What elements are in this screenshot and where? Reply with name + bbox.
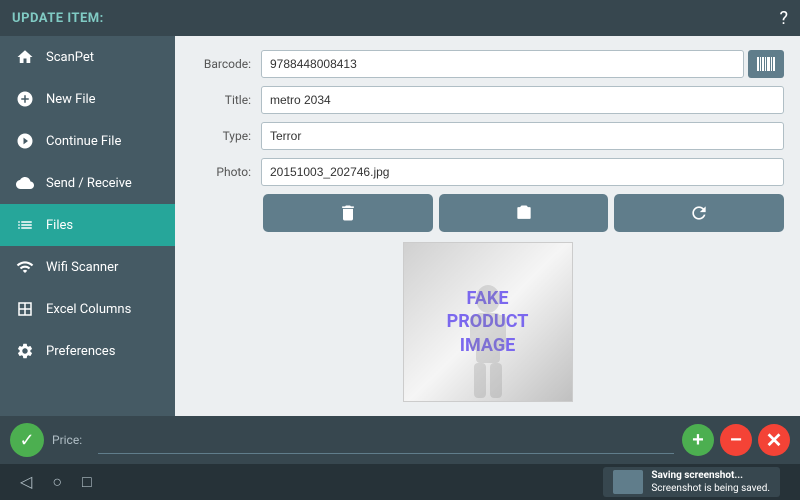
bottom-left: ✓ <box>10 423 44 457</box>
title-input[interactable] <box>261 86 784 114</box>
bottom-bar: ✓ Price: + − ✕ <box>0 416 800 464</box>
nav-icons: ◁ ○ □ <box>20 472 92 492</box>
silhouette-icon <box>458 281 518 401</box>
sidebar-label-preferences: Preferences <box>46 344 115 359</box>
barcode-row: Barcode: <box>191 50 784 78</box>
barcode-input[interactable] <box>261 50 744 78</box>
price-label: Price: <box>52 433 92 447</box>
sidebar-item-new-file[interactable]: New File <box>0 78 175 120</box>
sidebar-item-continue-file[interactable]: Continue File <box>0 120 175 162</box>
price-row: Price: <box>52 426 674 454</box>
sidebar-label-files: Files <box>46 218 73 233</box>
type-input[interactable] <box>261 122 784 150</box>
photo-label: Photo: <box>191 165 261 179</box>
sidebar-label-continue-file: Continue File <box>46 134 121 149</box>
sidebar-item-send-receive[interactable]: Send / Receive <box>0 162 175 204</box>
sidebar-label-send-receive: Send / Receive <box>46 176 132 191</box>
title-label: Title: <box>191 93 261 107</box>
back-icon[interactable]: ◁ <box>20 472 32 492</box>
sidebar-item-files[interactable]: Files <box>0 204 175 246</box>
photo-row: Photo: <box>191 158 784 186</box>
bottom-right: + − ✕ <box>682 424 790 456</box>
add-circle-icon <box>14 88 36 110</box>
sidebar-item-scanpet[interactable]: ScanPet <box>0 36 175 78</box>
play-circle-icon <box>14 130 36 152</box>
product-image: FAKE PRODUCT IMAGE <box>403 242 573 402</box>
confirm-button[interactable]: ✓ <box>10 423 44 457</box>
delete-button[interactable] <box>263 194 433 232</box>
photo-input[interactable] <box>261 158 784 186</box>
barcode-label: Barcode: <box>191 57 261 71</box>
sidebar-item-wifi-scanner[interactable]: Wifi Scanner <box>0 246 175 288</box>
type-label: Type: <box>191 129 261 143</box>
refresh-button[interactable] <box>614 194 784 232</box>
home-nav-icon[interactable]: ○ <box>52 472 62 492</box>
sidebar-label-wifi-scanner: Wifi Scanner <box>46 260 118 275</box>
action-buttons-row <box>191 194 784 232</box>
sidebar-item-preferences[interactable]: Preferences <box>0 330 175 372</box>
wifi-icon <box>14 256 36 278</box>
list-icon <box>14 214 36 236</box>
screenshot-notification: Saving screenshot... Screenshot is being… <box>603 467 780 497</box>
minus-button[interactable]: − <box>720 424 752 456</box>
sidebar-item-excel-columns[interactable]: Excel Columns <box>0 288 175 330</box>
settings-icon <box>14 340 36 362</box>
content-area: Barcode: Title: Type: <box>175 36 800 416</box>
add-button[interactable]: + <box>682 424 714 456</box>
sidebar-label-new-file: New File <box>46 92 96 107</box>
page-title: UPDATE ITEM: <box>12 11 104 26</box>
recent-apps-icon[interactable]: □ <box>82 472 92 492</box>
main-layout: ScanPet New File Continue File Send / Re… <box>0 36 800 416</box>
camera-button[interactable] <box>439 194 609 232</box>
help-button[interactable]: ? <box>779 8 788 29</box>
home-icon <box>14 46 36 68</box>
sidebar: ScanPet New File Continue File Send / Re… <box>0 36 175 416</box>
title-row: Title: <box>191 86 784 114</box>
top-bar: UPDATE ITEM: ? <box>0 0 800 36</box>
type-row: Type: <box>191 122 784 150</box>
price-input[interactable] <box>98 426 674 454</box>
sidebar-label-excel-columns: Excel Columns <box>46 302 131 317</box>
sidebar-label-scanpet: ScanPet <box>46 50 94 65</box>
screenshot-thumbnail <box>613 470 643 494</box>
grid-icon <box>14 298 36 320</box>
screenshot-text: Saving screenshot... Screenshot is being… <box>651 469 770 495</box>
close-button[interactable]: ✕ <box>758 424 790 456</box>
cloud-icon <box>14 172 36 194</box>
barcode-scan-button[interactable] <box>748 50 784 78</box>
nav-bar: ◁ ○ □ Saving screenshot... Screenshot is… <box>0 464 800 500</box>
